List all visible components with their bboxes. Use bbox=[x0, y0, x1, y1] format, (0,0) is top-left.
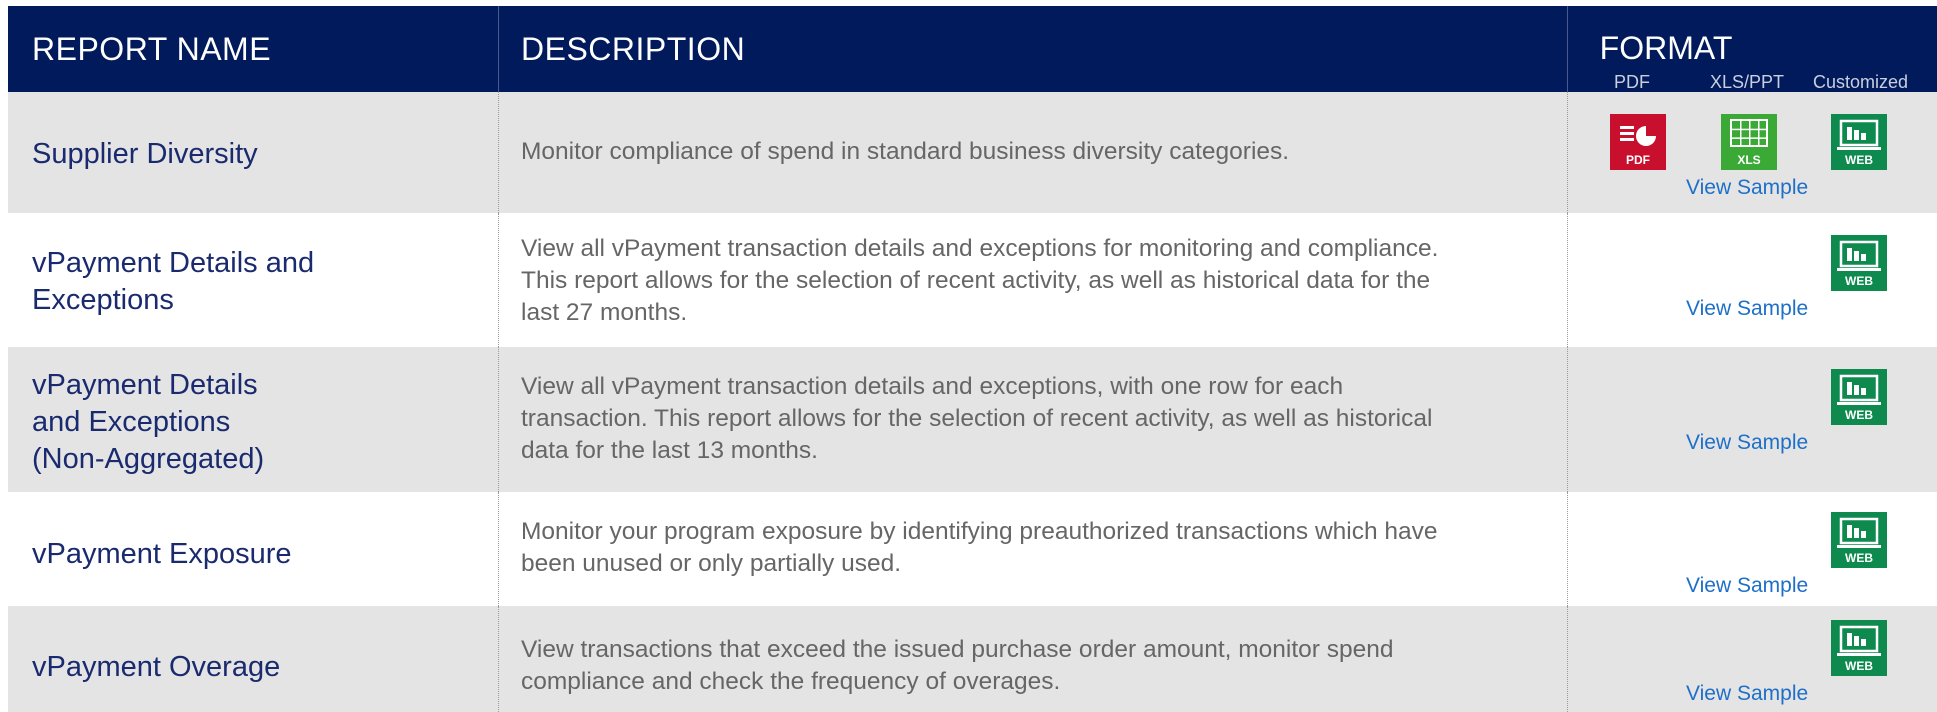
svg-text:WEB: WEB bbox=[1845, 274, 1873, 288]
description-line: last 27 months. bbox=[521, 299, 688, 326]
header-report-name: REPORT NAME bbox=[32, 30, 272, 67]
table-row: vPayment Overage View transactions that e… bbox=[8, 606, 1937, 712]
report-name-line: and Exceptions bbox=[32, 406, 231, 438]
column-divider bbox=[498, 606, 499, 712]
table-row: vPayment Details and Exceptions (Non-Aggre… bbox=[8, 347, 1937, 492]
svg-text:WEB: WEB bbox=[1845, 408, 1873, 422]
report-name-line: vPayment Details bbox=[32, 369, 258, 401]
description-line: been unused or only partially used. bbox=[521, 550, 902, 577]
report-name: vPayment Details and Exceptions (Non-Aggre… bbox=[32, 367, 264, 478]
report-name-line: Supplier Diversity bbox=[32, 138, 258, 170]
web-icon[interactable]: WEB bbox=[1831, 235, 1887, 291]
report-name-line: vPayment Details and bbox=[32, 247, 315, 279]
description-line: View all vPayment transaction details an… bbox=[521, 373, 1344, 400]
column-divider bbox=[1567, 606, 1568, 712]
report-name-line: Exceptions bbox=[32, 284, 174, 316]
report-name: vPayment Overage bbox=[32, 649, 280, 686]
view-sample-link[interactable]: View Sample bbox=[1686, 176, 1808, 200]
svg-text:XLS: XLS bbox=[1737, 153, 1760, 167]
description-line: data for the last 13 months. bbox=[521, 437, 818, 464]
description-line: View all vPayment transaction details an… bbox=[521, 235, 1439, 262]
table-row: Supplier Diversity Monitor compliance of … bbox=[8, 92, 1937, 213]
table-header: REPORT NAME DESCRIPTION FORMAT PDF XLS/P… bbox=[8, 6, 1937, 92]
table-row: vPayment Details and Exceptions View all v… bbox=[8, 213, 1937, 347]
table-row: vPayment Exposure Monitor your program ex… bbox=[8, 492, 1937, 606]
view-sample-link[interactable]: View Sample bbox=[1686, 431, 1808, 455]
web-icon[interactable]: WEB bbox=[1831, 620, 1887, 676]
description-line: compliance and check the frequency of ov… bbox=[521, 668, 1061, 695]
header-format-customized: Customized bbox=[1813, 72, 1909, 92]
header-format-xls: XLS/PPT bbox=[1710, 72, 1785, 92]
header-format-pdf: PDF bbox=[1614, 72, 1650, 92]
web-icon[interactable]: WEB bbox=[1831, 114, 1887, 170]
description-line: transaction. This report allows for the … bbox=[521, 405, 1433, 432]
description-line: View transactions that exceed the issued… bbox=[521, 636, 1394, 663]
column-divider bbox=[498, 213, 499, 347]
report-name: vPayment Exposure bbox=[32, 536, 292, 573]
report-name: Supplier Diversity bbox=[32, 136, 258, 173]
column-divider bbox=[1567, 213, 1568, 347]
view-sample-link[interactable]: View Sample bbox=[1686, 297, 1808, 321]
header-divider bbox=[1567, 6, 1568, 92]
header-divider bbox=[498, 6, 499, 92]
report-description: Monitor compliance of spend in standard … bbox=[521, 136, 1541, 168]
report-name-line: vPayment Exposure bbox=[32, 538, 292, 570]
report-description: View all vPayment transaction details an… bbox=[521, 233, 1541, 329]
column-divider bbox=[1567, 492, 1568, 606]
description-line: Monitor compliance of spend in standard … bbox=[521, 138, 1290, 165]
column-divider bbox=[1567, 92, 1568, 213]
web-icon[interactable]: WEB bbox=[1831, 512, 1887, 568]
report-name: vPayment Details and Exceptions bbox=[32, 245, 314, 319]
xls-icon[interactable]: XLS bbox=[1721, 114, 1777, 170]
column-divider bbox=[498, 347, 499, 492]
view-sample-link[interactable]: View Sample bbox=[1686, 682, 1808, 706]
report-name-line: vPayment Overage bbox=[32, 651, 281, 683]
report-name-line: (Non-Aggregated) bbox=[32, 443, 265, 475]
column-divider bbox=[498, 492, 499, 606]
header-format: FORMAT bbox=[1599, 30, 1733, 66]
column-divider bbox=[1567, 347, 1568, 492]
report-description: View all vPayment transaction details an… bbox=[521, 371, 1541, 467]
description-line: This report allows for the selection of … bbox=[521, 267, 1431, 294]
description-line: Monitor your program exposure by identif… bbox=[521, 518, 1438, 545]
svg-text:WEB: WEB bbox=[1845, 551, 1873, 565]
svg-text:WEB: WEB bbox=[1845, 659, 1873, 673]
svg-text:WEB: WEB bbox=[1845, 153, 1873, 167]
svg-text:PDF: PDF bbox=[1626, 153, 1650, 167]
pdf-icon[interactable]: PDF bbox=[1610, 114, 1666, 170]
view-sample-link[interactable]: View Sample bbox=[1686, 574, 1808, 598]
column-divider bbox=[498, 92, 499, 213]
report-description: View transactions that exceed the issued… bbox=[521, 634, 1541, 698]
header-description: DESCRIPTION bbox=[521, 30, 746, 67]
report-description: Monitor your program exposure by identif… bbox=[521, 516, 1541, 580]
web-icon[interactable]: WEB bbox=[1831, 369, 1887, 425]
